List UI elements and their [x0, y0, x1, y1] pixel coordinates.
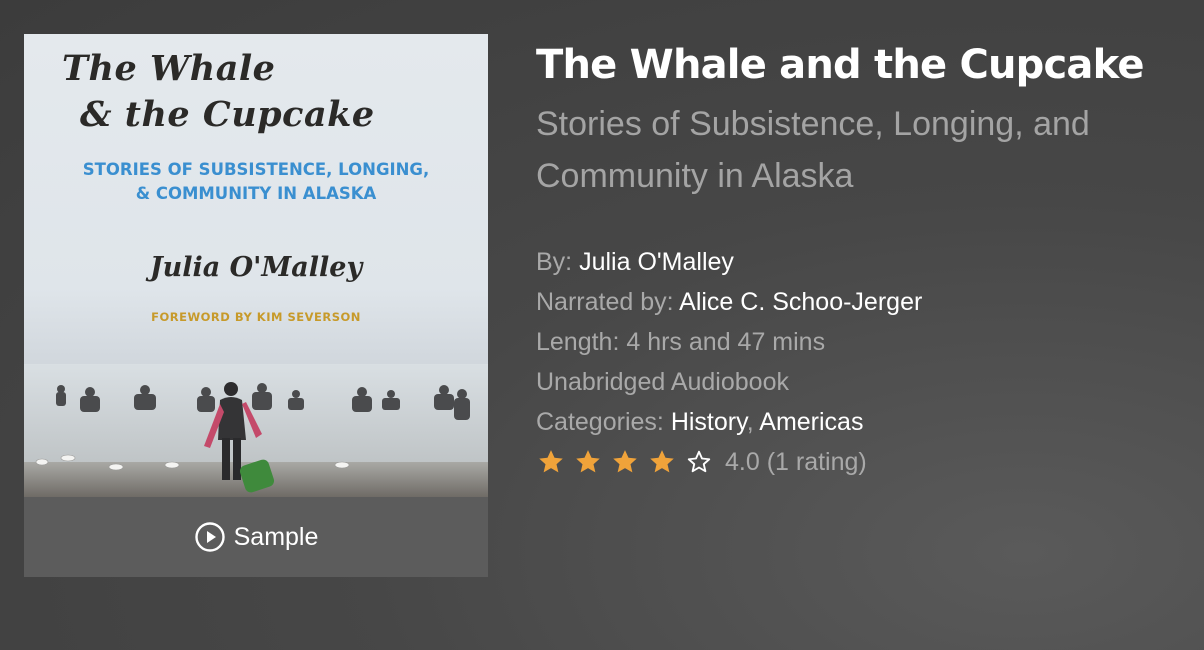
star-filled-icon [610, 447, 647, 477]
cover-subtitle-line1: STORIES OF SUBSISTENCE, LONGING, [82, 160, 430, 179]
cover-author: Julia O'Malley [149, 252, 363, 283]
cover-foreword: FOREWORD BY KIM SEVERSON [151, 310, 361, 324]
format-row: Unabridged Audiobook [536, 368, 789, 396]
rating-text: 4.0 (1 rating) [725, 447, 867, 476]
category-separator: , [746, 408, 760, 436]
star-filled-icon [647, 447, 684, 477]
cover-card[interactable]: The Whale & the Cupcake STORIES OF SUBSI… [24, 34, 488, 577]
categories-row: Categories: History, Americas [536, 402, 1204, 442]
book-title: The Whale and the Cupcake [536, 42, 1144, 88]
play-icon [194, 521, 226, 553]
narrated-label: Narrated by: [536, 288, 674, 316]
category-link-americas[interactable]: Americas [759, 408, 863, 436]
star-filled-icon [573, 447, 610, 477]
book-info: The Whale and the Cupcake Stories of Sub… [536, 38, 1204, 482]
categories-label: Categories: [536, 408, 664, 436]
author-link[interactable]: Julia O'Malley [579, 248, 734, 276]
narrator-link[interactable]: Alice C. Schoo-Jerger [679, 288, 922, 316]
cover-subtitle-line2: & COMMUNITY IN ALASKA [135, 184, 377, 203]
sample-button[interactable]: Sample [24, 497, 488, 577]
cover-image: The Whale & the Cupcake STORIES OF SUBSI… [24, 34, 488, 497]
book-meta: By: Julia O'Malley Narrated by: Alice C.… [536, 242, 1204, 482]
cover-title: The Whale & the Cupcake [62, 46, 482, 138]
cover-subtitle: STORIES OF SUBSISTENCE, LONGING, & COMMU… [44, 158, 468, 206]
cover-photo-illustration [24, 364, 488, 497]
author-row: By: Julia O'Malley [536, 242, 1204, 282]
book-subtitle: Stories of Subsistence, Longing, and Com… [536, 105, 1090, 195]
narrator-row: Narrated by: Alice C. Schoo-Jerger [536, 282, 1204, 322]
cover-title-line1: The Whale [62, 48, 276, 89]
category-link-history[interactable]: History [671, 408, 747, 436]
star-empty-icon [684, 447, 721, 477]
rating-row[interactable]: 4.0 (1 rating) [536, 442, 1204, 482]
star-filled-icon [536, 447, 573, 477]
sample-label: Sample [233, 522, 319, 551]
by-label: By: [536, 248, 573, 276]
cover-title-line2: & the Cupcake [80, 94, 375, 135]
length-row: Length: 4 hrs and 47 mins [536, 328, 826, 356]
